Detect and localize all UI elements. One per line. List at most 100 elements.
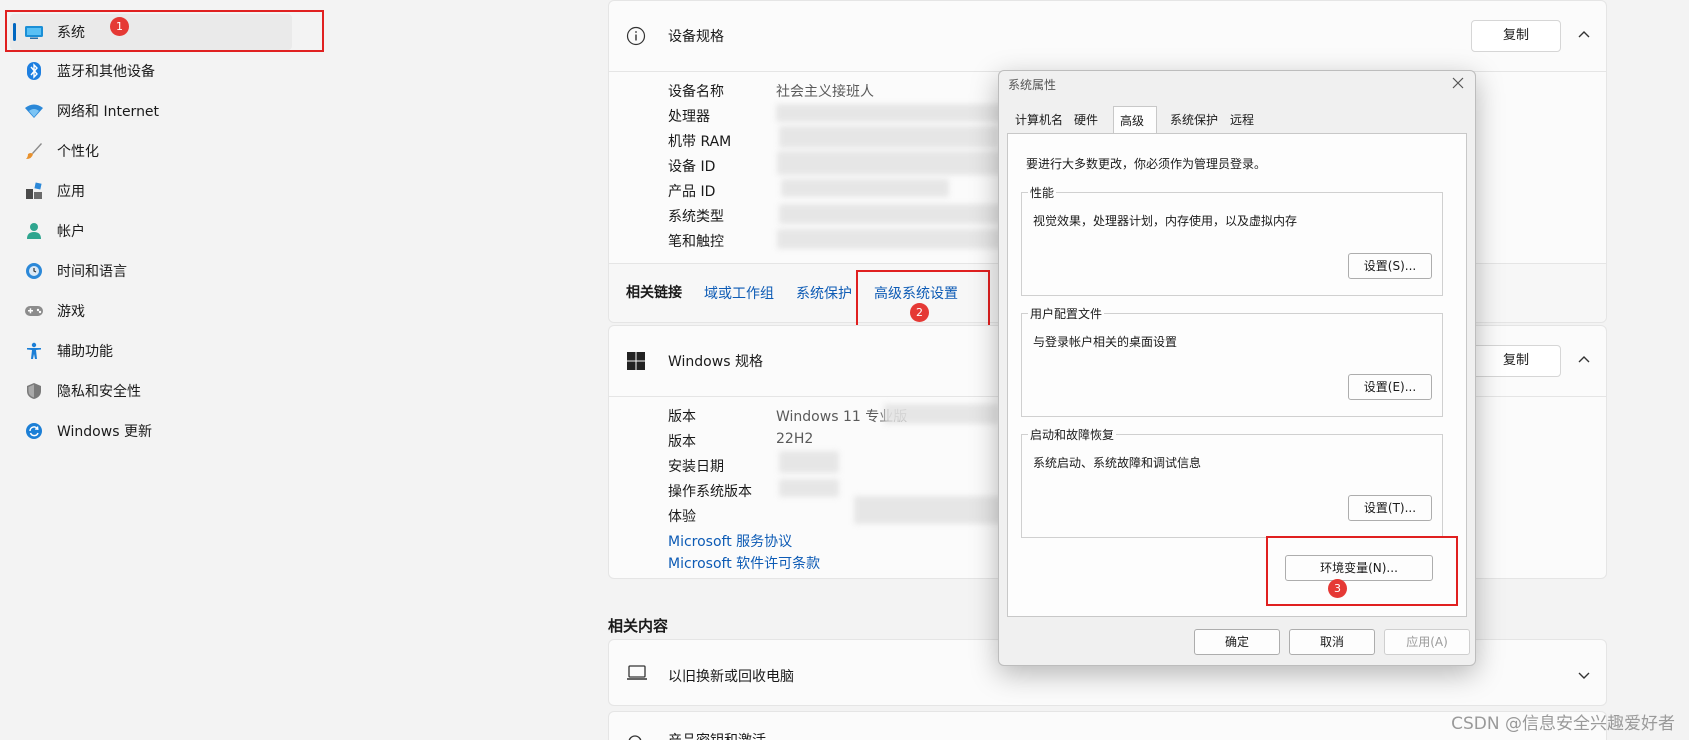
spec-label: 处理器 <box>668 109 710 125</box>
spec-label: 设备名称 <box>668 84 724 100</box>
cancel-button[interactable]: 取消 <box>1289 629 1375 655</box>
account-icon <box>24 221 44 241</box>
redacted-value <box>776 104 1006 122</box>
update-icon <box>24 421 44 441</box>
redacted-value <box>854 496 1004 524</box>
annotation-badge-2: 2 <box>910 303 929 322</box>
redacted-value <box>777 151 1009 175</box>
link-system-protection[interactable]: 系统保护 <box>796 283 852 303</box>
sidebar-item-network[interactable]: 网络和 Internet <box>10 93 292 129</box>
sidebar-item-label: 应用 <box>57 184 85 200</box>
device-specs-header[interactable]: 设备规格 复制 <box>609 1 1606 71</box>
device-specs-title: 设备规格 <box>668 29 724 45</box>
watermark: CSDN @信息安全兴趣爱好者 <box>1451 714 1675 734</box>
user-profiles-group: 用户配置文件 与登录帐户相关的桌面设置 设置(E)... <box>1021 305 1443 417</box>
annotation-badge-3: 3 <box>1328 579 1347 598</box>
sidebar-item-bluetooth[interactable]: 蓝牙和其他设备 <box>10 53 292 89</box>
chevron-up-icon[interactable] <box>1577 353 1591 367</box>
sidebar-item-label: 辅助功能 <box>57 344 113 360</box>
annotation-box-2 <box>856 270 990 332</box>
tab-system-protection[interactable]: 系统保护 <box>1166 109 1222 133</box>
windows-specs-title: Windows 规格 <box>668 354 763 370</box>
link-domain-workgroup[interactable]: 域或工作组 <box>704 283 774 303</box>
startup-recovery-settings-button[interactable]: 设置(T)... <box>1348 495 1432 521</box>
sidebar-item-label: 时间和语言 <box>57 264 127 280</box>
tab-computer-name[interactable]: 计算机名 <box>1011 109 1067 133</box>
startup-recovery-group: 启动和故障恢复 系统启动、系统故障和调试信息 设置(T)... <box>1021 426 1443 538</box>
spec-label: 机带 RAM <box>668 134 732 150</box>
wifi-icon <box>24 101 44 121</box>
spec-label: 系统类型 <box>668 209 724 225</box>
sidebar-item-windows-update[interactable]: Windows 更新 <box>10 413 292 449</box>
bluetooth-icon <box>24 61 44 81</box>
link-microsoft-license-terms[interactable]: Microsoft 软件许可条款 <box>668 553 820 573</box>
chevron-down-icon[interactable] <box>1577 668 1591 686</box>
ok-button[interactable]: 确定 <box>1194 629 1280 655</box>
spec-label: 设备 ID <box>668 159 716 175</box>
redacted-value <box>781 179 949 197</box>
sidebar-item-personalization[interactable]: 个性化 <box>10 133 292 169</box>
group-label: 用户配置文件 <box>1028 305 1105 322</box>
tab-hardware[interactable]: 硬件 <box>1070 109 1102 133</box>
windows-logo-icon <box>626 351 646 371</box>
brush-icon <box>24 141 44 161</box>
sidebar-item-label: 游戏 <box>57 304 85 320</box>
sidebar-item-label: 个性化 <box>57 144 99 160</box>
sidebar-item-label: 帐户 <box>57 224 85 240</box>
spec-label: 版本 <box>668 409 696 425</box>
redacted-value <box>779 126 999 148</box>
tab-advanced[interactable]: 高级 <box>1113 106 1158 134</box>
product-key-label: 产品密钥和激活 <box>668 730 766 740</box>
redacted-value <box>779 479 839 497</box>
performance-group: 性能 视觉效果，处理器计划，内存使用，以及虚拟内存 设置(S)... <box>1021 184 1443 296</box>
redacted-value <box>779 204 1004 224</box>
info-icon <box>626 26 646 46</box>
settings-sidebar: 系统 蓝牙和其他设备 网络和 Internet 个性化 应用 帐户 时间和语言 … <box>0 0 330 740</box>
trade-in-label: 以旧换新或回收电脑 <box>668 669 794 685</box>
group-label: 性能 <box>1028 184 1057 201</box>
spec-value: 社会主义接班人 <box>776 84 874 100</box>
performance-settings-button[interactable]: 设置(S)... <box>1348 253 1432 279</box>
redacted-value <box>884 404 999 424</box>
sidebar-item-accounts[interactable]: 帐户 <box>10 213 292 249</box>
spec-label: 笔和触控 <box>668 234 724 250</box>
spec-label: 体验 <box>668 509 696 525</box>
user-profiles-settings-button[interactable]: 设置(E)... <box>1348 374 1432 400</box>
spec-label: 版本 <box>668 434 696 450</box>
gamepad-icon <box>24 301 44 321</box>
sidebar-item-privacy[interactable]: 隐私和安全性 <box>10 373 292 409</box>
annotation-badge-1: 1 <box>110 17 129 36</box>
copy-windows-specs-button[interactable]: 复制 <box>1471 345 1561 377</box>
sidebar-item-label: 蓝牙和其他设备 <box>57 64 155 80</box>
redacted-value <box>777 229 1007 249</box>
clock-globe-icon <box>24 261 44 281</box>
apply-button[interactable]: 应用(A) <box>1384 629 1470 655</box>
group-description: 系统启动、系统故障和调试信息 <box>1033 456 1202 470</box>
related-content-title: 相关内容 <box>608 617 669 635</box>
group-description: 视觉效果，处理器计划，内存使用，以及虚拟内存 <box>1033 214 1298 228</box>
spec-label: 产品 ID <box>668 184 716 200</box>
accessibility-icon <box>24 341 44 361</box>
group-description: 与登录帐户相关的桌面设置 <box>1033 335 1178 349</box>
sidebar-item-accessibility[interactable]: 辅助功能 <box>10 333 292 369</box>
related-links-label: 相关链接 <box>626 285 682 301</box>
sidebar-item-label: 隐私和安全性 <box>57 384 141 400</box>
chevron-up-icon[interactable] <box>1577 28 1591 42</box>
copy-device-specs-button[interactable]: 复制 <box>1471 20 1561 52</box>
laptop-icon <box>626 664 648 686</box>
key-icon <box>626 732 646 740</box>
shield-icon <box>24 381 44 401</box>
sidebar-item-label: Windows 更新 <box>57 424 152 440</box>
tab-remote[interactable]: 远程 <box>1226 109 1258 133</box>
redacted-value <box>779 451 839 473</box>
sidebar-item-time-language[interactable]: 时间和语言 <box>10 253 292 289</box>
spec-label: 操作系统版本 <box>668 484 752 500</box>
sidebar-item-apps[interactable]: 应用 <box>10 173 292 209</box>
close-icon[interactable] <box>1451 76 1465 90</box>
link-microsoft-services-agreement[interactable]: Microsoft 服务协议 <box>668 531 792 551</box>
spec-value: 22H2 <box>776 431 814 447</box>
dialog-title: 系统属性 <box>1008 78 1057 92</box>
sidebar-item-label: 网络和 Internet <box>57 104 160 120</box>
admin-note: 要进行大多数更改，你必须作为管理员登录。 <box>1026 157 1267 171</box>
sidebar-item-gaming[interactable]: 游戏 <box>10 293 292 329</box>
